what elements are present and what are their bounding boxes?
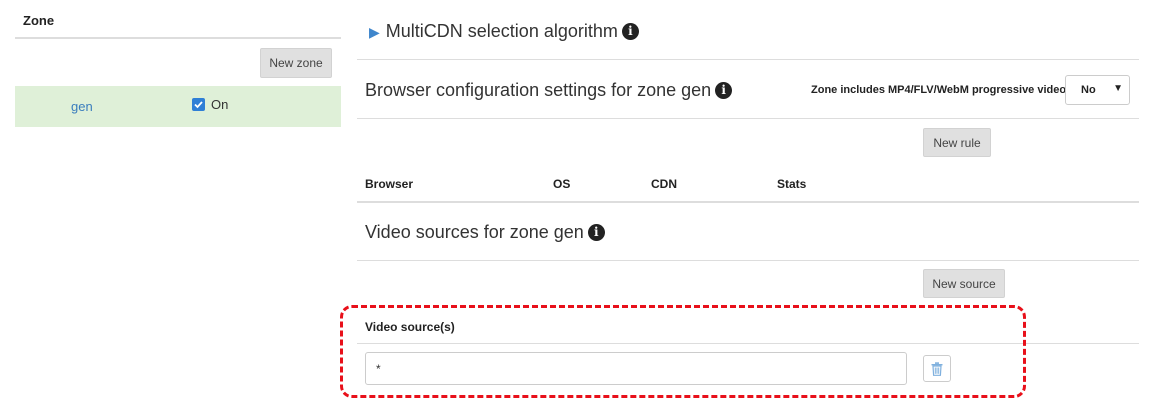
zone-settings-panel: ▶ MultiCDN selection algorithm i Browser c… [357, 0, 1139, 411]
info-icon[interactable]: i [621, 23, 639, 40]
browser-config-title: Browser configuration settings for zone … [365, 80, 712, 100]
divider [357, 118, 1139, 119]
column-header-cdn: CDN [651, 177, 677, 191]
trash-icon [931, 362, 943, 376]
chevron-down-icon: ▼ [1113, 83, 1123, 94]
delete-source-button[interactable] [923, 355, 951, 382]
info-icon[interactable]: i [715, 82, 733, 99]
new-zone-button[interactable]: New zone [260, 48, 332, 78]
zone-row[interactable]: gen On [15, 86, 341, 127]
column-header-stats: Stats [777, 177, 807, 191]
multicdn-title: MultiCDN selection algorithm [385, 21, 618, 41]
new-source-button[interactable]: New source [923, 269, 1005, 298]
zone-enabled-checkbox[interactable] [192, 98, 205, 111]
divider [357, 343, 1139, 344]
column-header-browser: Browser [365, 177, 414, 191]
divider [357, 59, 1139, 60]
video-sources-title: Video sources for zone gen [365, 222, 584, 242]
progressive-videos-value: No [1081, 84, 1096, 96]
multicdn-toggle[interactable]: ▶ MultiCDN selection algorithm i [357, 21, 639, 42]
progressive-videos-label: Zone includes MP4/FLV/WebM progressive v… [811, 84, 1073, 96]
zones-panel: Zone New zone gen On [15, 0, 341, 127]
video-sources-heading: Video sources for zone gen i [365, 222, 605, 243]
new-rule-button[interactable]: New rule [923, 128, 991, 157]
info-icon[interactable]: i [587, 224, 605, 241]
zone-enabled-label: On [211, 97, 229, 112]
checkmark-icon [194, 101, 203, 109]
divider [357, 260, 1139, 261]
table-header-divider [357, 201, 1139, 203]
column-header-os: OS [553, 177, 571, 191]
zones-header: Zone [15, 0, 341, 39]
zone-name-link[interactable]: gen [71, 99, 93, 114]
video-sources-column-header: Video source(s) [365, 320, 455, 334]
triangle-right-icon: ▶ [369, 24, 380, 40]
progressive-videos-select[interactable]: No ▼ [1065, 75, 1130, 105]
browser-config-heading: Browser configuration settings for zone … [365, 80, 733, 101]
video-source-input[interactable] [365, 352, 907, 385]
